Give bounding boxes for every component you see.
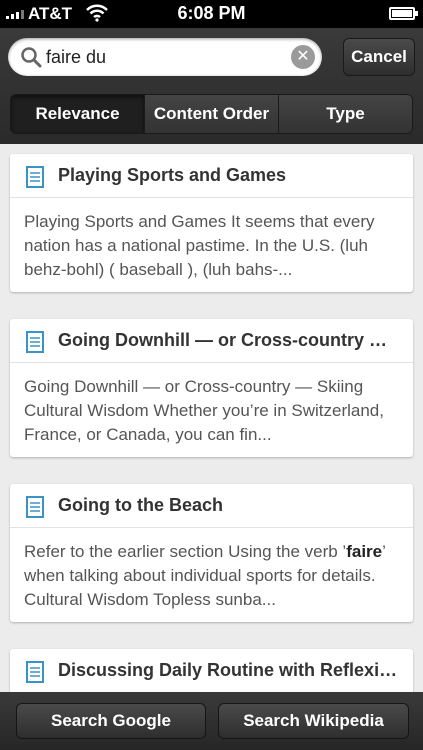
search-google-button[interactable]: Search Google (16, 703, 206, 739)
search-input[interactable] (46, 38, 286, 76)
result-header: Going to the Beach (10, 484, 413, 528)
result-snippet: Refer to the earlier section Using the v… (24, 542, 386, 609)
bottom-toolbar: Search Google Search Wikipedia (0, 692, 423, 750)
search-term-highlight: faire (346, 542, 383, 561)
result-header: Going Downhill — or Cross-country —... (10, 319, 413, 363)
result-header: Discussing Daily Routine with Reflexiv..… (10, 649, 413, 692)
result-card[interactable]: Discussing Daily Routine with Reflexiv..… (10, 649, 413, 692)
search-icon (20, 46, 42, 73)
status-bar: AT&T 6:08 PM (0, 0, 423, 28)
result-title: Playing Sports and Games (58, 165, 287, 185)
result-snippet: Playing Sports and Games It seems that e… (24, 212, 375, 279)
clear-search-icon[interactable]: ✕ (291, 45, 315, 69)
tab-content-order[interactable]: Content Order (144, 95, 278, 133)
search-wikipedia-button[interactable]: Search Wikipedia (218, 703, 409, 739)
document-icon (26, 496, 44, 523)
document-icon (26, 661, 44, 688)
results-list[interactable]: Playing Sports and Games Playing Sports … (0, 144, 423, 692)
result-card[interactable]: Playing Sports and Games Playing Sports … (10, 154, 413, 292)
result-snippet: Going Downhill — or Cross-country — Skii… (24, 377, 384, 444)
result-title: Going to the Beach (58, 495, 224, 515)
result-title: Going Downhill — or Cross-country —... (58, 330, 398, 350)
search-field[interactable]: ✕ (8, 38, 322, 76)
result-header: Playing Sports and Games (10, 154, 413, 198)
document-icon (26, 331, 44, 358)
sort-segmented-control: Relevance Content Order Type (10, 94, 413, 134)
search-header: ✕ Cancel Relevance Content Order Type (0, 28, 423, 144)
document-icon (26, 166, 44, 193)
result-title: Discussing Daily Routine with Reflexiv..… (58, 660, 398, 680)
tab-relevance[interactable]: Relevance (11, 95, 144, 133)
clock: 6:08 PM (177, 3, 246, 23)
result-card[interactable]: Going Downhill — or Cross-country —... G… (10, 319, 413, 457)
result-card[interactable]: Going to the Beach Refer to the earlier … (10, 484, 413, 622)
battery-icon (389, 7, 418, 20)
tab-type[interactable]: Type (278, 95, 412, 133)
cancel-button[interactable]: Cancel (343, 38, 415, 76)
